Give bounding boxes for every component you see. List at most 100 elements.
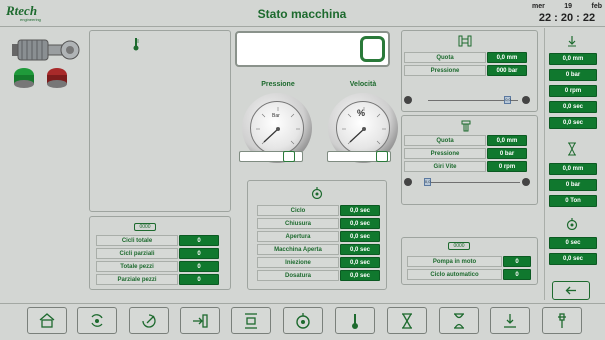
nav-button-home[interactable] (27, 307, 67, 334)
green-status-light (13, 67, 35, 89)
injection-slider-thumb[interactable]: 0,0 (423, 178, 431, 186)
nav-button-ejector[interactable] (180, 307, 220, 334)
injection-label: Pressione (404, 148, 486, 159)
motor-icon (296, 312, 310, 329)
nav-button-gear-motor[interactable] (490, 307, 530, 334)
status-label: Pompa in moto (407, 256, 502, 267)
sidebar-value: 0,0 mm (549, 163, 597, 175)
hourglass-clamp-icon (245, 312, 257, 329)
clamp-slider-thumb[interactable]: 0,0 (504, 96, 512, 104)
injection-value: 0 rpm (487, 161, 527, 172)
timer-label: Dosatura (257, 270, 339, 281)
timer-value: 0,0 sec (340, 205, 380, 216)
clamp-value: 000 bar (487, 65, 527, 76)
back-button[interactable] (552, 281, 590, 300)
clamp-label: Pressione (404, 65, 486, 76)
sidebar-value: 0 sec (549, 237, 597, 249)
cycle-counter-label: Cicli parziali (96, 248, 178, 259)
counter-icon: 0000 (134, 223, 156, 231)
ejector-icon (193, 313, 208, 328)
cycle-counter-label: Parziale pezzi (96, 274, 178, 285)
injection-slider-right-knob (522, 178, 530, 186)
speed-slider-handle[interactable] (375, 151, 388, 162)
cycle-counter-value: 0 (179, 261, 219, 272)
sidebar-value: 0,0 sec (549, 117, 597, 129)
nav-button-injection-screw[interactable] (129, 307, 169, 334)
timer-value: 0,0 sec (340, 244, 380, 255)
timer-value: 0,0 sec (340, 218, 380, 229)
sidebar-value: 0 Ton (549, 195, 597, 207)
nav-button-cycle-refresh[interactable] (77, 307, 117, 334)
nav-button-thermometer[interactable] (335, 307, 375, 334)
date-display: mer 19 feb (532, 3, 602, 10)
clamp-slider-left-knob (404, 96, 412, 104)
injection-label: Quota (404, 135, 486, 146)
timer-label: Chiusura (257, 218, 339, 229)
hourglass-icon (402, 312, 412, 329)
clamp-slider-right-knob (522, 96, 530, 104)
level-bar (235, 31, 390, 67)
date-number: 19 (564, 3, 573, 10)
timer-label: Ciclo (257, 205, 339, 216)
logo-subtitle: engineering (20, 17, 41, 22)
date-day: mer (532, 3, 545, 10)
pressure-unit: Bar (272, 113, 280, 119)
clamp-value: 0,0 mm (487, 52, 527, 63)
status-value: 0 (503, 256, 531, 267)
sidebar-motor-icon (566, 217, 578, 231)
logo-text: Rtech (6, 3, 38, 18)
logo: Rtech engineering (6, 4, 58, 24)
level-bar-handle (360, 36, 385, 62)
machine-motor-icon (10, 34, 85, 64)
injection-screw-icon (142, 313, 156, 328)
status-label: Ciclo automatico (407, 269, 502, 280)
injection-slider-left-knob (404, 178, 412, 186)
speed-unit: % (357, 108, 366, 118)
sidebar-separator (544, 28, 545, 300)
timer-value: 0,0 sec (340, 270, 380, 281)
cycle-counter-value: 0 (179, 248, 219, 259)
gear-motor-icon (504, 313, 516, 328)
cycle-refresh-icon (91, 313, 103, 327)
timer-label: Macchina Aperta (257, 244, 339, 255)
sidebar-value: 0,0 sec (549, 101, 597, 113)
timer-label: Iniezione (257, 257, 339, 268)
nav-button-hourglass[interactable] (387, 307, 427, 334)
tool-icon (558, 312, 566, 328)
arrow-left-icon (565, 286, 576, 295)
nav-button-hourglass-clamp[interactable] (231, 307, 271, 334)
timer-label: Apertura (257, 231, 339, 242)
sidebar-hourglass-icon (567, 142, 577, 156)
cycle-counter-label: Cicli totale (96, 235, 178, 246)
nav-button-motor[interactable] (283, 307, 323, 334)
date-month: feb (591, 3, 602, 10)
temperature-panel (89, 30, 231, 212)
injection-icon (460, 119, 472, 132)
header-divider (0, 26, 605, 27)
speed-slider[interactable] (327, 151, 391, 162)
home-icon (39, 312, 55, 328)
status-value: 0 (503, 269, 531, 280)
bottom-nav-divider (0, 303, 605, 304)
nav-button-tool[interactable] (542, 307, 582, 334)
hourglass-alt-icon (454, 312, 464, 329)
injection-value: 0,0 mm (487, 135, 527, 146)
injection-label: Giri Vite (404, 161, 486, 172)
sidebar-clamp-icon (567, 34, 577, 47)
thermometer-icon (132, 37, 140, 51)
injection-slider-track[interactable] (425, 182, 520, 183)
clamp-label: Quota (404, 52, 486, 63)
injection-panel (401, 115, 538, 205)
cycle-counter-value: 0 (179, 274, 219, 285)
nav-button-hourglass-alt[interactable] (439, 307, 479, 334)
clamp-icon (458, 34, 472, 47)
pressure-slider-handle[interactable] (282, 151, 295, 162)
speed-label: Velocità (349, 81, 377, 88)
page-title: Stato macchina (257, 7, 347, 21)
injection-value: 0 bar (487, 148, 527, 159)
sidebar-value: 0 bar (549, 69, 597, 81)
sidebar-value: 0,0 sec (549, 253, 597, 265)
cycle-counter-value: 0 (179, 235, 219, 246)
sidebar-value: 0 bar (549, 179, 597, 191)
pressure-slider[interactable] (239, 151, 303, 162)
